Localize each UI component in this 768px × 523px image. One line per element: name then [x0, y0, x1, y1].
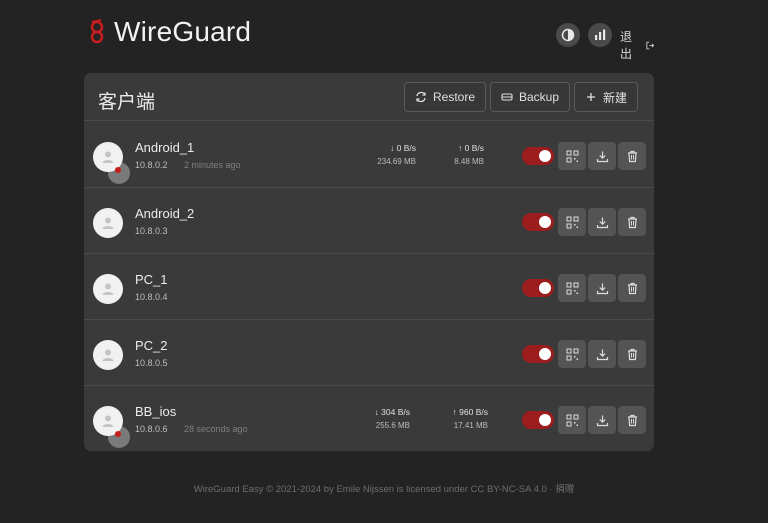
drive-icon: [501, 93, 513, 101]
delete-button[interactable]: [618, 142, 646, 170]
backup-button[interactable]: Backup: [490, 82, 570, 112]
upload-stats: ↑ 0 B/s 8.48 MB: [438, 142, 484, 168]
download-icon: [596, 349, 608, 360]
enable-toggle[interactable]: [522, 345, 554, 363]
enable-toggle[interactable]: [522, 411, 554, 429]
upload-stats: ↑ 960 B/s 17.41 MB: [440, 406, 488, 432]
online-indicator: [115, 431, 121, 437]
upload-rate: 0 B/s: [464, 143, 484, 153]
download-config-button[interactable]: [588, 142, 616, 170]
download-total: 255.6 MB: [375, 421, 410, 430]
client-last-seen: 28 seconds ago: [184, 424, 248, 434]
app-header: WireGuard 退出: [84, 14, 654, 61]
panel-title: 客户端: [98, 92, 156, 113]
client-row: PC_2 10.8.0.5: [84, 320, 654, 386]
client-name: BB_ios: [135, 404, 177, 419]
panel-header: 客户端 Restore Backup 新建: [84, 73, 654, 121]
qr-code-icon: [566, 150, 578, 162]
download-config-button[interactable]: [588, 340, 616, 368]
qr-code-button[interactable]: [558, 340, 586, 368]
avatar: [93, 208, 123, 238]
download-config-button[interactable]: [588, 274, 616, 302]
app-title: WireGuard: [114, 16, 252, 47]
plus-icon: [586, 93, 595, 101]
trash-icon: [627, 414, 637, 426]
download-config-button[interactable]: [588, 208, 616, 236]
up-arrow-icon: ↑: [458, 143, 465, 153]
restore-button[interactable]: Restore: [404, 82, 486, 112]
delete-button[interactable]: [618, 208, 646, 236]
user-icon: [102, 151, 114, 163]
download-total: 234.69 MB: [377, 157, 416, 166]
avatar: [93, 274, 123, 304]
trash-icon: [627, 150, 637, 162]
client-name: Android_2: [135, 206, 195, 221]
qr-code-button[interactable]: [558, 274, 586, 302]
avatar: [93, 340, 123, 370]
backup-label: Backup: [518, 90, 560, 104]
download-icon: [596, 415, 608, 426]
clients-panel: 客户端 Restore Backup 新建 Android_1 10.8.0.2…: [84, 73, 654, 451]
client-last-seen: 2 minutes ago: [184, 160, 241, 170]
new-client-button[interactable]: 新建: [574, 82, 638, 112]
trash-icon: [627, 282, 637, 294]
client-row: Android_1 10.8.0.2 2 minutes ago ↓ 0 B/s…: [84, 122, 654, 188]
qr-code-icon: [566, 216, 578, 228]
client-ip: 10.8.0.2: [135, 160, 168, 170]
logout-label: 退出: [620, 30, 633, 61]
user-icon: [102, 283, 114, 295]
download-stats: ↓ 0 B/s 234.69 MB: [366, 142, 416, 168]
qr-code-button[interactable]: [558, 406, 586, 434]
client-row: PC_1 10.8.0.4: [84, 254, 654, 320]
download-rate: 304 B/s: [381, 407, 410, 417]
user-icon: [102, 217, 114, 229]
trash-icon: [627, 348, 637, 360]
contrast-icon: [561, 28, 575, 42]
enable-toggle[interactable]: [522, 213, 554, 231]
logout-link[interactable]: 退出: [620, 28, 654, 62]
down-arrow-icon: ↓: [390, 143, 397, 153]
download-icon: [596, 151, 608, 162]
enable-toggle[interactable]: [522, 279, 554, 297]
client-row: BB_ios 10.8.0.6 28 seconds ago ↓ 304 B/s…: [84, 386, 654, 451]
upload-rate: 960 B/s: [459, 407, 488, 417]
client-ip: 10.8.0.3: [135, 226, 168, 236]
user-icon: [102, 415, 114, 427]
download-config-button[interactable]: [588, 406, 616, 434]
delete-button[interactable]: [618, 406, 646, 434]
qr-code-icon: [566, 282, 578, 294]
delete-button[interactable]: [618, 274, 646, 302]
delete-button[interactable]: [618, 340, 646, 368]
stats-button[interactable]: [588, 23, 612, 47]
download-icon: [596, 283, 608, 294]
qr-code-icon: [566, 414, 578, 426]
refresh-icon: [416, 91, 426, 103]
client-row: Android_2 10.8.0.3: [84, 188, 654, 254]
download-stats: ↓ 304 B/s 255.6 MB: [364, 406, 410, 432]
client-name: Android_1: [135, 140, 195, 155]
client-ip: 10.8.0.6: [135, 424, 168, 434]
bar-chart-icon: [595, 29, 606, 40]
upload-total: 8.48 MB: [454, 157, 484, 166]
download-icon: [596, 217, 608, 228]
user-icon: [102, 349, 114, 361]
trash-icon: [627, 216, 637, 228]
online-indicator: [115, 167, 121, 173]
qr-code-icon: [566, 348, 578, 360]
client-ip: 10.8.0.4: [135, 292, 168, 302]
qr-code-button[interactable]: [558, 208, 586, 236]
enable-toggle[interactable]: [522, 147, 554, 165]
client-name: PC_2: [135, 338, 168, 353]
logout-icon: [645, 41, 654, 49]
client-name: PC_1: [135, 272, 168, 287]
client-ip: 10.8.0.5: [135, 358, 168, 368]
upload-total: 17.41 MB: [453, 421, 488, 430]
qr-code-button[interactable]: [558, 142, 586, 170]
wireguard-logo-icon: [90, 19, 104, 44]
footer-text: WireGuard Easy © 2021-2024 by Emile Nijs…: [193, 484, 575, 495]
new-client-label: 新建: [602, 90, 627, 105]
restore-label: Restore: [432, 90, 476, 104]
theme-toggle-button[interactable]: [556, 23, 580, 47]
download-rate: 0 B/s: [396, 143, 416, 153]
